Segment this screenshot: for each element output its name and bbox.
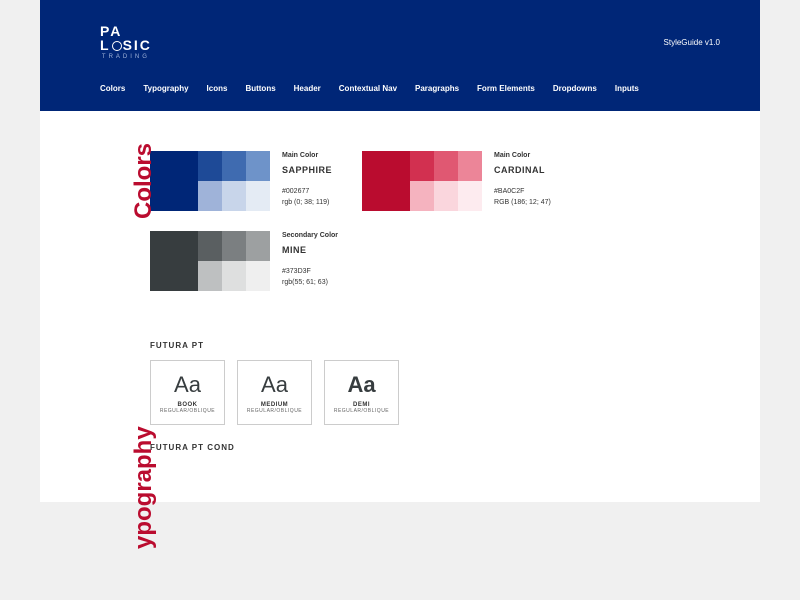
weight-sub: REGULAR/OBLIQUE — [247, 408, 302, 414]
nav-form[interactable]: Form Elements — [477, 84, 535, 93]
weight-medium: Aa MEDIUM REGULAR/OBLIQUE — [237, 360, 312, 425]
color-role: Main Color — [282, 151, 332, 162]
color-role: Main Color — [494, 151, 551, 162]
color-rgb: rgb (0; 38; 119) — [282, 198, 332, 209]
color-hex: #BA0C2F — [494, 187, 551, 198]
nav-dropdowns[interactable]: Dropdowns — [553, 84, 597, 93]
font-family-label: FUTURA PT — [150, 341, 720, 350]
color-hex: #002677 — [282, 187, 332, 198]
type-sample: Aa — [261, 372, 288, 398]
content: Colors ypography Main Color — [40, 111, 760, 502]
font-family-label-2: FUTURA PT COND — [150, 443, 720, 452]
version-label: StyleGuide v1.0 — [664, 38, 720, 47]
color-cardinal: Main Color CARDINAL #BA0C2F RGB (186; 12… — [362, 151, 551, 211]
color-role: Secondary Color — [282, 231, 338, 242]
nav-icons[interactable]: Icons — [207, 84, 228, 93]
header: PA LSIC TRADING StyleGuide v1.0 Colors T… — [40, 0, 760, 111]
typography-section: FUTURA PT Aa BOOK REGULAR/OBLIQUE Aa MED… — [150, 341, 720, 452]
weight-sub: REGULAR/OBLIQUE — [334, 408, 389, 414]
color-mine: Secondary Color MINE #373D3F rgb(55; 61;… — [150, 231, 338, 291]
weight-sub: REGULAR/OBLIQUE — [160, 408, 215, 414]
logo-subtitle: TRADING — [100, 54, 152, 60]
weight-demi: Aa DEMI REGULAR/OBLIQUE — [324, 360, 399, 425]
nav-buttons[interactable]: Buttons — [245, 84, 275, 93]
section-label-colors: Colors — [130, 143, 158, 219]
logo: PA LSIC TRADING — [100, 24, 152, 60]
color-name: SAPPHIRE — [282, 164, 332, 178]
section-label-typography: ypography — [130, 426, 158, 549]
color-name: MINE — [282, 244, 338, 258]
swatch-sapphire — [150, 151, 270, 211]
logo-line1: PA — [100, 24, 122, 38]
color-hex: #373D3F — [282, 267, 338, 278]
color-name: CARDINAL — [494, 164, 551, 178]
type-sample: Aa — [347, 372, 375, 398]
nav-colors[interactable]: Colors — [100, 84, 125, 93]
color-sapphire: Main Color SAPPHIRE #002677 rgb (0; 38; … — [150, 151, 332, 211]
nav-header[interactable]: Header — [294, 84, 321, 93]
nav-paragraphs[interactable]: Paragraphs — [415, 84, 459, 93]
nav-typography[interactable]: Typography — [143, 84, 188, 93]
swatch-cardinal — [362, 151, 482, 211]
nav-inputs[interactable]: Inputs — [615, 84, 639, 93]
logo-ring-icon — [112, 41, 122, 51]
color-rgb: RGB (186; 12; 47) — [494, 198, 551, 209]
weight-book: Aa BOOK REGULAR/OBLIQUE — [150, 360, 225, 425]
color-rgb: rgb(55; 61; 63) — [282, 278, 338, 289]
main-nav: Colors Typography Icons Buttons Header C… — [100, 84, 720, 93]
type-sample: Aa — [174, 372, 201, 398]
nav-contextual[interactable]: Contextual Nav — [339, 84, 397, 93]
swatch-mine — [150, 231, 270, 291]
